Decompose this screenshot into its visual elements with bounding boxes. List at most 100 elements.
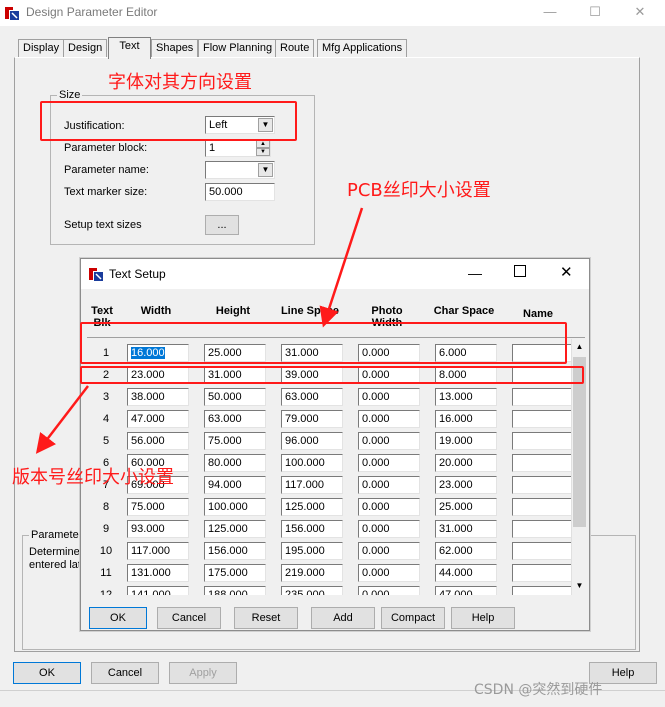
name-cell[interactable] (512, 586, 574, 595)
width-cell[interactable]: 93.000 (127, 520, 189, 538)
name-cell[interactable] (512, 432, 574, 450)
width-cell[interactable]: 141.000 (127, 586, 189, 595)
name-cell[interactable] (512, 476, 574, 494)
parameter-block-spinner[interactable]: 1 ▲ ▼ (205, 139, 271, 157)
scroll-down-icon[interactable]: ▼ (572, 578, 587, 594)
width-cell[interactable]: 47.000 (127, 410, 189, 428)
char-space-cell[interactable]: 44.000 (435, 564, 497, 582)
name-cell[interactable] (512, 564, 574, 582)
scroll-up-icon[interactable]: ▲ (572, 339, 587, 355)
dialog-maximize-button[interactable] (514, 265, 526, 277)
photo-width-value: 0.000 (362, 457, 390, 469)
text-marker-size-input[interactable]: 50.000 (205, 183, 275, 201)
height-cell[interactable]: 125.000 (204, 520, 266, 538)
height-cell[interactable]: 100.000 (204, 498, 266, 516)
char-space-cell[interactable]: 16.000 (435, 410, 497, 428)
dialog-add-button[interactable]: Add (311, 607, 375, 629)
tab-flow-planning[interactable]: Flow Planning (198, 39, 278, 58)
line-space-cell[interactable]: 195.000 (281, 542, 343, 560)
width-value: 117.000 (131, 545, 170, 557)
width-cell[interactable]: 75.000 (127, 498, 189, 516)
chevron-down-icon[interactable]: ▼ (258, 163, 273, 177)
photo-width-cell[interactable]: 0.000 (358, 564, 420, 582)
row-number: 5 (102, 435, 110, 447)
height-cell[interactable]: 188.000 (204, 586, 266, 595)
cancel-button[interactable]: Cancel (91, 662, 159, 684)
name-cell[interactable] (512, 520, 574, 538)
width-cell[interactable]: 131.000 (127, 564, 189, 582)
dialog-titlebar: Text Setup — ✕ (81, 259, 589, 289)
photo-width-cell[interactable]: 0.000 (358, 388, 420, 406)
name-cell[interactable] (512, 410, 574, 428)
ok-button[interactable]: OK (13, 662, 81, 684)
tab-route[interactable]: Route (275, 39, 315, 58)
line-space-cell[interactable]: 100.000 (281, 454, 343, 472)
dialog-ok-button[interactable]: OK (89, 607, 147, 629)
char-space-value: 20.000 (439, 457, 473, 469)
char-space-cell[interactable]: 23.000 (435, 476, 497, 494)
close-button[interactable]: ✕ (620, 2, 660, 24)
dialog-title: Text Setup (109, 267, 166, 281)
height-cell[interactable]: 156.000 (204, 542, 266, 560)
char-space-cell[interactable]: 25.000 (435, 498, 497, 516)
name-cell[interactable] (512, 454, 574, 472)
tab-display[interactable]: Display (18, 39, 65, 58)
line-space-cell[interactable]: 96.000 (281, 432, 343, 450)
dialog-compact-button[interactable]: Compact (381, 607, 445, 629)
photo-width-cell[interactable]: 0.000 (358, 476, 420, 494)
photo-width-cell[interactable]: 0.000 (358, 432, 420, 450)
photo-width-cell[interactable]: 0.000 (358, 520, 420, 538)
line-space-value: 63.000 (285, 391, 319, 403)
width-cell[interactable]: 117.000 (127, 542, 189, 560)
photo-width-cell[interactable]: 0.000 (358, 498, 420, 516)
minimize-button[interactable]: — (530, 2, 570, 24)
parameter-block-value: 1 (209, 142, 216, 154)
line-space-cell[interactable]: 79.000 (281, 410, 343, 428)
line-space-cell[interactable]: 117.000 (281, 476, 343, 494)
photo-width-cell[interactable]: 0.000 (358, 542, 420, 560)
line-space-cell[interactable]: 156.000 (281, 520, 343, 538)
name-cell[interactable] (512, 542, 574, 560)
photo-width-cell[interactable]: 0.000 (358, 586, 420, 595)
height-value: 156.000 (208, 545, 248, 557)
char-space-value: 25.000 (439, 501, 473, 513)
char-space-cell[interactable]: 20.000 (435, 454, 497, 472)
width-cell[interactable]: 56.000 (127, 432, 189, 450)
tab-text[interactable]: Text (108, 37, 151, 59)
line-space-cell[interactable]: 219.000 (281, 564, 343, 582)
width-cell[interactable]: 38.000 (127, 388, 189, 406)
height-cell[interactable]: 75.000 (204, 432, 266, 450)
height-cell[interactable]: 175.000 (204, 564, 266, 582)
photo-width-cell[interactable]: 0.000 (358, 454, 420, 472)
line-space-cell[interactable]: 125.000 (281, 498, 343, 516)
name-cell[interactable] (512, 498, 574, 516)
height-cell[interactable]: 80.000 (204, 454, 266, 472)
char-space-cell[interactable]: 62.000 (435, 542, 497, 560)
tab-shapes[interactable]: Shapes (151, 39, 199, 58)
char-space-cell[interactable]: 19.000 (435, 432, 497, 450)
dialog-close-button[interactable]: ✕ (560, 263, 573, 281)
height-cell[interactable]: 50.000 (204, 388, 266, 406)
spinner-arrows-icon[interactable]: ▲ ▼ (256, 140, 270, 156)
char-space-cell[interactable]: 47.000 (435, 586, 497, 595)
parameter-name-select[interactable]: ▼ (205, 161, 275, 179)
setup-text-sizes-button[interactable]: ... (205, 215, 239, 235)
tab-mfg-applications[interactable]: Mfg Applications (317, 39, 408, 58)
dialog-help-button[interactable]: Help (451, 607, 515, 629)
dialog-reset-button[interactable]: Reset (234, 607, 298, 629)
apply-button[interactable]: Apply (169, 662, 237, 684)
maximize-button[interactable]: ☐ (575, 2, 615, 24)
line-space-value: 96.000 (285, 435, 319, 447)
height-cell[interactable]: 63.000 (204, 410, 266, 428)
dialog-minimize-button[interactable]: — (468, 265, 482, 281)
name-cell[interactable] (512, 388, 574, 406)
photo-width-cell[interactable]: 0.000 (358, 410, 420, 428)
line-space-cell[interactable]: 63.000 (281, 388, 343, 406)
height-cell[interactable]: 94.000 (204, 476, 266, 494)
tab-design[interactable]: Design (63, 39, 108, 58)
char-space-cell[interactable]: 31.000 (435, 520, 497, 538)
line-space-cell[interactable]: 235.000 (281, 586, 343, 595)
line-space-value: 195.000 (285, 545, 325, 557)
char-space-cell[interactable]: 13.000 (435, 388, 497, 406)
dialog-cancel-button[interactable]: Cancel (157, 607, 221, 629)
